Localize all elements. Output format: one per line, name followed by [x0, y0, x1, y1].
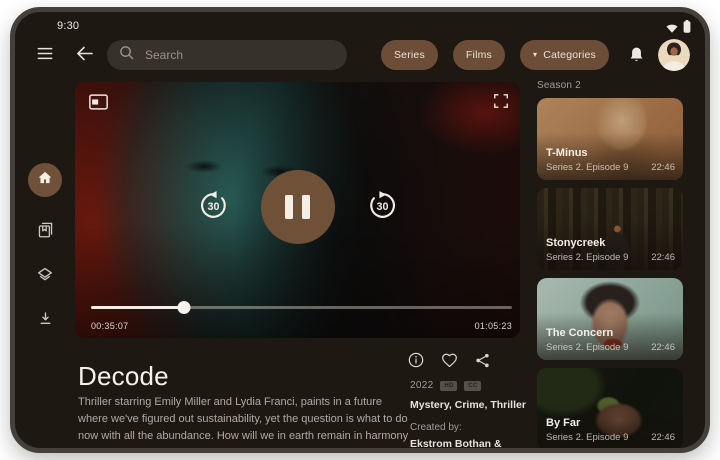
wifi-icon	[666, 20, 678, 38]
episodes-sidebar: Season 2 T-Minus Series 2. Episode 9 22:…	[537, 80, 683, 453]
episode-title: The Concern	[546, 327, 675, 339]
rail-item-library[interactable]	[36, 219, 55, 244]
pip-button[interactable]	[89, 94, 108, 113]
episode-subtitle: Series 2. Episode 9	[546, 342, 628, 353]
share-icon	[475, 353, 490, 371]
home-icon	[37, 170, 53, 190]
rail-item-subscriptions[interactable]	[36, 266, 54, 289]
episode-duration: 22:46	[651, 252, 675, 263]
title-actions	[408, 352, 490, 371]
hamburger-icon	[37, 47, 53, 63]
categories-chip[interactable]: ▾ Categories	[520, 40, 609, 70]
episode-duration: 22:46	[651, 432, 675, 443]
back-button[interactable]	[76, 46, 93, 64]
replay-30-icon: 30	[198, 190, 229, 224]
episode-title: Stonycreek	[546, 237, 675, 249]
svg-text:30: 30	[376, 201, 388, 213]
page-title: Decode	[78, 361, 169, 392]
top-navbar: Series Films ▾ Categories	[15, 38, 705, 72]
films-chip-label: Films	[466, 49, 492, 61]
rail-item-home[interactable]	[28, 163, 62, 197]
total-duration: 01:05:23	[475, 321, 512, 331]
release-year: 2022	[410, 380, 433, 391]
battery-icon	[683, 20, 691, 38]
chevron-down-icon: ▾	[533, 51, 537, 59]
episode-title: T-Minus	[546, 147, 675, 159]
status-bar: 9:30	[15, 18, 705, 34]
layers-icon	[36, 266, 54, 289]
heart-icon	[441, 353, 458, 371]
series-chip[interactable]: Series	[381, 40, 438, 70]
created-by-label: Created by:	[410, 422, 530, 433]
episode-subtitle: Series 2. Episode 9	[546, 432, 628, 443]
notifications-button[interactable]	[629, 45, 644, 66]
films-chip[interactable]: Films	[453, 40, 505, 70]
nav-rail	[28, 163, 62, 331]
svg-text:30: 30	[207, 201, 219, 213]
hd-badge: HD	[440, 381, 457, 391]
info-button[interactable]	[408, 352, 424, 371]
season-label: Season 2	[537, 80, 683, 91]
search-input[interactable]	[143, 47, 335, 63]
meta-panel: 2022 HD CC Mystery, Crime, Thriller Crea…	[410, 380, 530, 453]
forward-30-button[interactable]: 30	[367, 190, 398, 224]
pause-button[interactable]	[261, 170, 335, 244]
video-player[interactable]: 30 30 00:35:07 01:05:23	[75, 82, 520, 338]
synopsis-text: Thriller starring Emily Miller and Lydia…	[78, 394, 410, 453]
episode-card-the-concern[interactable]: The Concern Series 2. Episode 9 22:46	[537, 278, 683, 360]
categories-chip-label: Categories	[543, 49, 596, 61]
menu-button[interactable]	[37, 47, 53, 63]
avatar-image	[658, 39, 690, 71]
creators-line-2: Gabriela Suárez	[410, 452, 530, 453]
episode-subtitle: Series 2. Episode 9	[546, 252, 628, 263]
fullscreen-button[interactable]	[494, 94, 508, 111]
bookmarks-icon	[36, 219, 55, 244]
episode-duration: 22:46	[651, 342, 675, 353]
forward-30-icon: 30	[367, 190, 398, 224]
episode-subtitle: Series 2. Episode 9	[546, 162, 628, 173]
status-time: 9:30	[57, 20, 79, 32]
search-bar[interactable]	[107, 40, 347, 70]
profile-avatar[interactable]	[658, 39, 690, 71]
search-icon	[119, 45, 134, 65]
favorite-button[interactable]	[441, 353, 458, 371]
tablet-frame: 9:30 Series Films	[10, 7, 710, 453]
episode-card-t-minus[interactable]: T-Minus Series 2. Episode 9 22:46	[537, 98, 683, 180]
episode-title: By Far	[546, 417, 675, 429]
app-screen: 9:30 Series Films	[15, 12, 705, 448]
elapsed-time: 00:35:07	[91, 321, 128, 331]
episode-duration: 22:46	[651, 162, 675, 173]
episode-card-by-far[interactable]: By Far Series 2. Episode 9 22:46	[537, 368, 683, 450]
arrow-back-icon	[76, 46, 93, 64]
seek-thumb[interactable]	[177, 301, 190, 314]
seek-bar[interactable]	[91, 300, 512, 314]
seek-progress	[91, 306, 184, 309]
bell-icon	[629, 45, 644, 66]
genres-text: Mystery, Crime, Thriller	[410, 399, 530, 411]
episode-card-stonycreek[interactable]: Stonycreek Series 2. Episode 9 22:46	[537, 188, 683, 270]
info-icon	[408, 352, 424, 371]
rewind-30-button[interactable]: 30	[198, 190, 229, 224]
fullscreen-icon	[494, 94, 508, 111]
cc-badge: CC	[464, 381, 481, 391]
picture-in-picture-icon	[89, 94, 108, 113]
share-button[interactable]	[475, 353, 490, 371]
series-chip-label: Series	[394, 49, 425, 61]
pause-icon	[285, 195, 293, 219]
rail-item-downloads[interactable]	[38, 311, 53, 331]
download-icon	[38, 311, 53, 331]
creators-line-1: Ekstrom Bothan &	[410, 437, 530, 451]
transport-controls: 30 30	[75, 170, 520, 244]
